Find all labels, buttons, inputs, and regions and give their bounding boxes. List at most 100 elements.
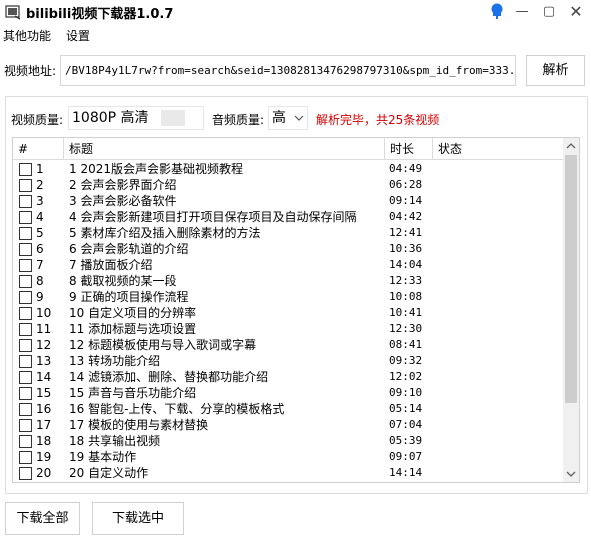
table-row[interactable]: 18 18 共享输出视频 05:39 <box>13 433 563 449</box>
scroll-down-icon[interactable] <box>563 466 579 482</box>
row-checkbox[interactable] <box>19 371 32 384</box>
table-row[interactable]: 11 11 添加标题与选项设置 12:30 <box>13 321 563 337</box>
row-checkbox[interactable] <box>19 323 32 336</box>
table-row[interactable]: 12 12 标题模板使用与导入歌词或字幕 08:41 <box>13 337 563 353</box>
close-icon: ✕ <box>569 2 583 21</box>
column-header-title[interactable]: 标题 <box>64 138 385 160</box>
table-row[interactable]: 17 17 模板的使用与素材替换 07:04 <box>13 417 563 433</box>
row-duration: 04:42 <box>389 210 423 223</box>
row-status <box>438 193 558 209</box>
download-all-button[interactable]: 下载全部 <box>5 502 80 535</box>
close-button[interactable]: ✕ <box>567 3 585 21</box>
audio-quality-select[interactable]: 高 <box>268 106 308 130</box>
table-row[interactable]: 5 5 素材库介绍及插入删除素材的方法 12:41 <box>13 225 563 241</box>
menu-settings[interactable]: 设置 <box>66 27 90 44</box>
video-table[interactable]: # 标题 时长 状态 1 1 2021版会声会影基础视频教程 04:49 2 2 会声会… <box>12 137 580 483</box>
row-checkbox[interactable] <box>19 259 32 272</box>
row-checkbox[interactable] <box>19 275 32 288</box>
row-checkbox[interactable] <box>19 419 32 432</box>
row-index: 19 <box>36 450 52 464</box>
row-checkbox[interactable] <box>19 467 32 480</box>
vertical-scrollbar[interactable] <box>563 138 579 482</box>
minimize-button[interactable]: — <box>513 3 531 21</box>
table-row[interactable]: 8 8 截取视频的某一段 12:33 <box>13 273 563 289</box>
row-checkbox[interactable] <box>19 451 32 464</box>
row-duration: 12:30 <box>389 322 423 335</box>
row-checkbox[interactable] <box>19 291 32 304</box>
row-checkbox[interactable] <box>19 195 32 208</box>
row-index: 1 <box>36 162 44 176</box>
row-title: 7 播放面板介绍 <box>69 258 153 272</box>
row-title: 6 会声会影轨道的介绍 <box>69 242 189 256</box>
table-row[interactable]: 15 15 声音与音乐功能介绍 09:10 <box>13 385 563 401</box>
row-status <box>438 257 558 273</box>
row-title: 17 模板的使用与素材替换 <box>69 418 209 432</box>
row-status <box>438 417 558 433</box>
video-quality-select[interactable]: 1080P 高清 <box>68 106 204 130</box>
row-checkbox[interactable] <box>19 355 32 368</box>
row-duration: 09:10 <box>389 386 423 399</box>
row-checkbox[interactable] <box>19 387 32 400</box>
table-row[interactable]: 3 3 会声会影必备软件 09:14 <box>13 193 563 209</box>
row-status <box>438 321 558 337</box>
table-row[interactable]: 6 6 会声会影轨道的介绍 10:36 <box>13 241 563 257</box>
row-status <box>438 337 558 353</box>
table-header: # 标题 时长 状态 <box>13 138 563 160</box>
row-duration: 09:07 <box>389 450 423 463</box>
row-duration: 14:04 <box>389 258 423 271</box>
column-header-status[interactable]: 状态 <box>433 138 563 160</box>
table-row[interactable]: 9 9 正确的项目操作流程 10:08 <box>13 289 563 305</box>
row-status <box>438 465 558 481</box>
table-row[interactable]: 16 16 智能包-上传、下载、分享的模板格式 05:14 <box>13 401 563 417</box>
column-header-duration[interactable]: 时长 <box>385 138 433 160</box>
row-checkbox[interactable] <box>19 243 32 256</box>
table-row[interactable]: 7 7 播放面板介绍 14:04 <box>13 257 563 273</box>
row-index: 8 <box>36 274 44 288</box>
table-row[interactable]: 1 1 2021版会声会影基础视频教程 04:49 <box>13 161 563 177</box>
scrollbar-thumb[interactable] <box>565 155 577 403</box>
table-row[interactable]: 19 19 基本动作 09:07 <box>13 449 563 465</box>
table-row[interactable]: 14 14 滤镜添加、删除、替换都功能介绍 12:02 <box>13 369 563 385</box>
audio-quality-value: 高 <box>272 110 286 126</box>
table-row[interactable]: 4 4 会声会影新建项目打开项目保存项目及自动保存间隔 04:42 <box>13 209 563 225</box>
row-duration: 04:49 <box>389 162 423 175</box>
table-row[interactable]: 2 2 会声会影界面介绍 06:28 <box>13 177 563 193</box>
row-title: 15 声音与音乐功能介绍 <box>69 386 197 400</box>
row-checkbox[interactable] <box>19 435 32 448</box>
column-header-index[interactable]: # <box>13 138 64 160</box>
table-row[interactable]: 20 20 自定义动作 14:14 <box>13 465 563 481</box>
maximize-button[interactable]: ▢ <box>540 3 558 21</box>
download-selected-button[interactable]: 下载选中 <box>92 502 184 535</box>
row-status <box>438 385 558 401</box>
row-checkbox[interactable] <box>19 403 32 416</box>
row-duration: 10:41 <box>389 306 423 319</box>
table-row[interactable]: 13 13 转场功能介绍 09:32 <box>13 353 563 369</box>
row-index: 12 <box>36 338 52 352</box>
row-index: 10 <box>36 306 52 320</box>
row-duration: 05:14 <box>389 402 423 415</box>
menu-other-functions[interactable]: 其他功能 <box>3 27 51 44</box>
chevron-down-icon <box>294 107 304 138</box>
row-status <box>438 241 558 257</box>
app-logo-icon <box>5 5 21 20</box>
row-index: 16 <box>36 402 52 416</box>
table-row[interactable]: 10 10 自定义项目的分辨率 10:41 <box>13 305 563 321</box>
row-checkbox[interactable] <box>19 339 32 352</box>
row-index: 14 <box>36 370 52 384</box>
row-duration: 08:41 <box>389 338 423 351</box>
parse-button[interactable]: 解析 <box>526 55 585 86</box>
pin-icon[interactable] <box>488 3 506 21</box>
scroll-up-icon[interactable] <box>563 138 579 154</box>
row-status <box>438 433 558 449</box>
row-checkbox[interactable] <box>19 179 32 192</box>
row-index: 6 <box>36 242 44 256</box>
row-checkbox[interactable] <box>19 163 32 176</box>
row-checkbox[interactable] <box>19 307 32 320</box>
row-duration: 10:36 <box>389 242 423 255</box>
row-status <box>438 401 558 417</box>
row-checkbox[interactable] <box>19 227 32 240</box>
row-index: 18 <box>36 434 52 448</box>
url-input[interactable]: /BV18P4y1L7rw?from=search&seid=130828134… <box>60 55 516 86</box>
row-title: 5 素材库介绍及插入删除素材的方法 <box>69 226 261 240</box>
row-checkbox[interactable] <box>19 211 32 224</box>
